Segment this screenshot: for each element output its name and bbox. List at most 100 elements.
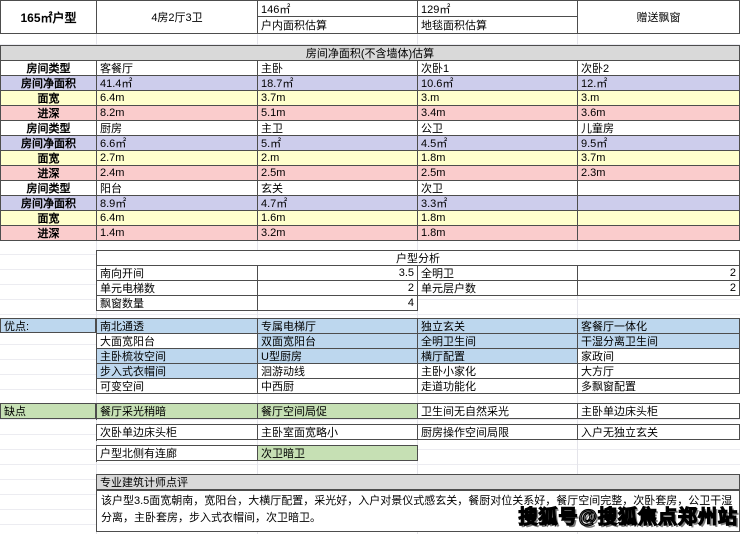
analysis-label: 南向开间 <box>97 266 258 281</box>
unit-title: 165㎡户型 <box>1 1 97 34</box>
room-type-cell: 主卧 <box>258 61 418 76</box>
net-area-cell: 6.6㎡ <box>97 136 258 151</box>
con-item: 餐厅采光稍暗 <box>97 404 258 419</box>
net-area-cell: 18.7㎡ <box>258 76 418 91</box>
indoor-area-value: 146㎡ <box>258 1 417 17</box>
analysis-value: 2 <box>578 281 740 296</box>
pro-item: 中西厨 <box>258 379 418 394</box>
con-item: 餐厅空间局促 <box>258 404 418 419</box>
net-area-cell: 4.7㎡ <box>258 196 418 211</box>
net-area-cell: 3.3㎡ <box>418 196 578 211</box>
con-item: 户型北侧有连廊 <box>97 446 258 461</box>
width-cell: 3.m <box>578 91 740 106</box>
con-item: 主卧单边床头柜 <box>578 404 740 419</box>
depth-cell: 2.5m <box>418 166 578 181</box>
row-label-depth: 进深 <box>1 106 97 121</box>
floorplan-spec-sheet: 165㎡户型 4房2厅3卫 146㎡ 户内面积估算 129㎡ 地毯面积估算 赠送… <box>0 0 740 534</box>
table-row: 房间类型 厨房 主卫 公卫 儿童房 <box>1 121 740 136</box>
table-row: 南向开间 3.5 全明卫 2 <box>97 266 740 281</box>
analysis-label: 全明卫 <box>418 266 578 281</box>
pro-item: 主卧梳妆空间 <box>97 349 258 364</box>
net-area-cell: 12.㎡ <box>578 76 740 91</box>
net-area-cell: 10.6㎡ <box>418 76 578 91</box>
width-cell: 2.7m <box>97 151 258 166</box>
pros-label: 优点: <box>0 318 96 333</box>
width-cell: 3.7m <box>578 151 740 166</box>
pro-item: 全明卫生间 <box>418 334 578 349</box>
depth-cell: 3.6m <box>578 106 740 121</box>
room-type-cell: 玄关 <box>258 181 418 196</box>
pro-item: 干湿分离卫生间 <box>578 334 740 349</box>
pro-item: 大方厅 <box>578 364 740 379</box>
net-area-cell: 41.4㎡ <box>97 76 258 91</box>
depth-cell: 3.2m <box>258 226 418 241</box>
row-label-net-area: 房间净面积 <box>1 136 97 151</box>
unit-layout: 4房2厅3卫 <box>97 1 258 34</box>
width-cell: 1.8m <box>418 151 578 166</box>
con-item: 次卧单边床头柜 <box>97 425 258 440</box>
room-type-cell: 次卫 <box>418 181 578 196</box>
con-item: 次卫暗卫 <box>258 446 418 461</box>
table-row: 房间净面积 6.6㎡ 5.㎡ 4.5㎡ 9.5㎡ <box>1 136 740 151</box>
analysis-label: 单元层户数 <box>418 281 578 296</box>
width-cell: 1.6m <box>258 211 418 226</box>
analysis-label: 单元电梯数 <box>97 281 258 296</box>
row-label-width: 面宽 <box>1 151 97 166</box>
room-type-cell: 客餐厅 <box>97 61 258 76</box>
cons-label: 缺点 <box>0 403 96 419</box>
pro-item: 南北通透 <box>97 319 258 334</box>
depth-cell: 2.3m <box>578 166 740 181</box>
room-type-cell: 次卧1 <box>418 61 578 76</box>
con-item: 主卧室面宽略小 <box>258 425 418 440</box>
pro-item: 大面宽阳台 <box>97 334 258 349</box>
depth-cell: 3.4m <box>418 106 578 121</box>
table-row: 房间类型 客餐厅 主卧 次卧1 次卧2 <box>1 61 740 76</box>
pro-item: 主卧小家化 <box>418 364 578 379</box>
table-row: 进深 8.2m 5.1m 3.4m 3.6m <box>1 106 740 121</box>
row-label-net-area: 房间净面积 <box>1 196 97 211</box>
table-row: 次卧单边床头柜 主卧室面宽略小 厨房操作空间局限 入户无独立玄关 <box>96 424 740 441</box>
width-cell: 6.4m <box>97 91 258 106</box>
review-title: 专业建筑计师点评 <box>96 474 740 490</box>
net-area-cell: 9.5㎡ <box>578 136 740 151</box>
analysis-value: 4 <box>258 296 418 311</box>
width-cell: 6.4m <box>97 211 258 226</box>
area-table: 房间净面积(不含墙体)估算 房间类型 客餐厅 主卧 次卧1 次卧2 房间净面积 … <box>0 45 740 241</box>
indoor-area-cell: 146㎡ 户内面积估算 <box>258 1 418 34</box>
con-item: 厨房操作空间局限 <box>418 425 578 440</box>
table-row: 大面宽阳台 双面宽阳台 全明卫生间 干湿分离卫生间 <box>97 334 740 349</box>
row-label-depth: 进深 <box>1 166 97 181</box>
row-label-width: 面宽 <box>1 211 97 226</box>
row-label-type: 房间类型 <box>1 121 97 136</box>
pro-item: U型厨房 <box>258 349 418 364</box>
analysis-section: 户型分析 南向开间 3.5 全明卫 2 单元电梯数 2 单元层户数 2 飘窗数量… <box>96 250 740 311</box>
pro-item: 走道功能化 <box>418 379 578 394</box>
depth-cell: 2.5m <box>258 166 418 181</box>
table-row: 房间类型 阳台 玄关 次卫 <box>1 181 740 196</box>
room-type-cell: 儿童房 <box>578 121 740 136</box>
row-label-width: 面宽 <box>1 91 97 106</box>
table-row: 面宽 2.7m 2.m 1.8m 3.7m <box>1 151 740 166</box>
pro-item: 独立玄关 <box>418 319 578 334</box>
indoor-area-label: 户内面积估算 <box>258 17 417 33</box>
room-type-cell: 阳台 <box>97 181 258 196</box>
net-area-cell: 5.㎡ <box>258 136 418 151</box>
con-item: 卫生间无自然采光 <box>418 404 578 419</box>
table-row: 单元电梯数 2 单元层户数 2 <box>97 281 740 296</box>
pro-item: 专属电梯厅 <box>258 319 418 334</box>
pro-item: 横厅配置 <box>418 349 578 364</box>
table-row: 主卧梳妆空间 U型厨房 横厅配置 家政间 <box>97 349 740 364</box>
pro-item: 家政间 <box>578 349 740 364</box>
table-row: 飘窗数量 4 <box>97 296 740 311</box>
analysis-label: 飘窗数量 <box>97 296 258 311</box>
empty-cell <box>418 296 578 311</box>
table-row: 面宽 6.4m 3.7m 3.m 3.m <box>1 91 740 106</box>
analysis-title: 户型分析 <box>97 251 740 266</box>
carpet-area-label: 地毯面积估算 <box>418 17 577 33</box>
header-band: 165㎡户型 4房2厅3卫 146㎡ 户内面积估算 129㎡ 地毯面积估算 赠送… <box>0 0 740 34</box>
width-cell <box>578 211 740 226</box>
table-row: 面宽 6.4m 1.6m 1.8m <box>1 211 740 226</box>
con-item: 入户无独立玄关 <box>578 425 740 440</box>
depth-cell: 1.8m <box>418 226 578 241</box>
room-type-cell: 主卫 <box>258 121 418 136</box>
